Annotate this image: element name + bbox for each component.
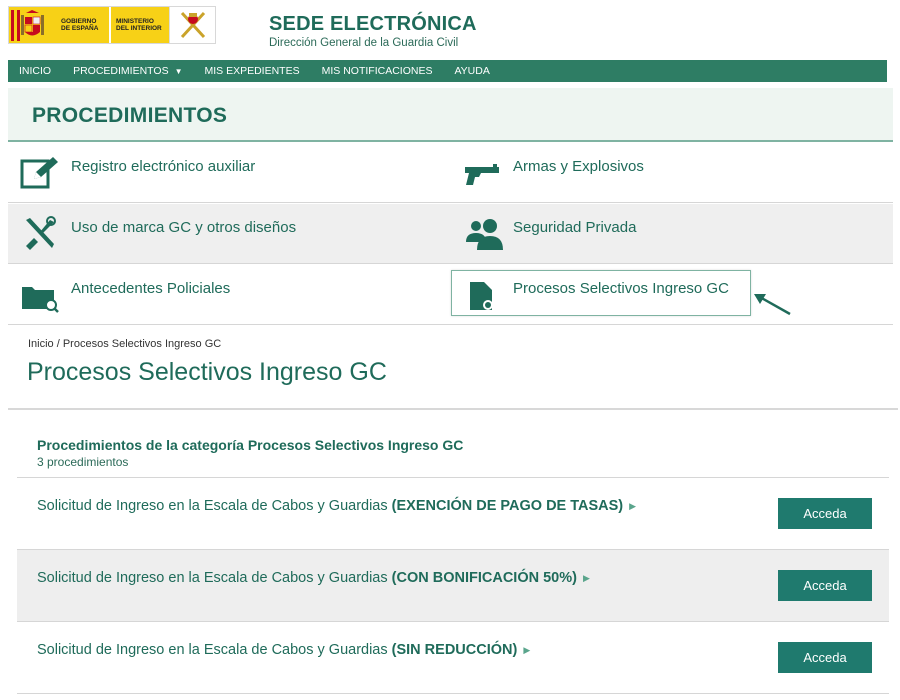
guardia-civil-emblem-icon <box>180 11 205 39</box>
nav-item-mis-expedientes[interactable]: MIS EXPEDIENTES <box>194 60 311 82</box>
nav-label: MIS EXPEDIENTES <box>204 65 300 77</box>
procedures-title: PROCEDIMIENTOS <box>32 104 228 127</box>
tools-icon <box>26 216 56 250</box>
gun-icon <box>465 164 499 185</box>
acceda-button[interactable]: Acceda <box>778 498 872 529</box>
category-row: Registro electrónico auxiliar Armas y Ex… <box>8 143 893 203</box>
nav-label: AYUDA <box>454 65 490 77</box>
category-label: Procesos Selectivos Ingreso GC <box>513 280 729 297</box>
government-logo[interactable]: GOBIERNO DE ESPAÑA MINISTERIO DEL INTERI… <box>8 6 216 44</box>
ministerio-text: MINISTERIO DEL INTERIOR <box>116 17 162 33</box>
breadcrumb[interactable]: Inicio / Procesos Selectivos Ingreso GC <box>28 338 221 350</box>
page-title: Procesos Selectivos Ingreso GC <box>27 358 387 386</box>
category-procesos-selectivos[interactable]: Procesos Selectivos Ingreso GC <box>451 270 751 316</box>
guardia-civil-emblem <box>169 7 215 43</box>
procedure-link[interactable]: Solicitud de Ingreso en la Escala de Cab… <box>37 498 636 514</box>
procedure-variant: (CON BONIFICACIÓN 50%) <box>391 570 577 586</box>
folder-search-icon <box>22 287 59 313</box>
gobierno-logo: GOBIERNO DE ESPAÑA <box>9 7 109 43</box>
nav-item-ayuda[interactable]: AYUDA <box>443 60 500 82</box>
nav-label: INICIO <box>19 65 52 77</box>
site-subtitle: Dirección General de la Guardia Civil <box>269 37 459 49</box>
category-label: Seguridad Privada <box>513 219 637 236</box>
procedures-list-heading: Procedimientos de la categoría Procesos … <box>37 437 464 453</box>
procedure-name: Solicitud de Ingreso en la Escala de Cab… <box>37 498 392 514</box>
category-row: Uso de marca GC y otros diseños Segurida… <box>8 204 893 264</box>
acceda-button[interactable]: Acceda <box>778 570 872 601</box>
triangle-right-icon: ▶ <box>523 645 531 655</box>
gobierno-text: GOBIERNO DE ESPAÑA <box>61 17 99 33</box>
procedure-row: Solicitud de Ingreso en la Escala de Cab… <box>17 622 889 694</box>
main-nav: INICIO PROCEDIMIENTOS ▼ MIS EXPEDIENTES M… <box>8 60 887 82</box>
procedure-name: Solicitud de Ingreso en la Escala de Cab… <box>37 570 392 586</box>
nav-item-procedimientos[interactable]: PROCEDIMIENTOS ▼ <box>62 60 193 82</box>
site-header: GOBIERNO DE ESPAÑA MINISTERIO DEL INTERI… <box>0 0 900 58</box>
procedure-variant: (SIN REDUCCIÓN) <box>391 642 518 658</box>
nav-item-mis-notificaciones[interactable]: MIS NOTIFICACIONES <box>311 60 444 82</box>
ministerio-logo: MINISTERIO DEL INTERIOR <box>109 7 169 43</box>
edit-icon <box>20 157 58 189</box>
category-label: Registro electrónico auxiliar <box>71 158 256 175</box>
procedure-name: Solicitud de Ingreso en la Escala de Cab… <box>37 642 392 658</box>
category-label: Armas y Explosivos <box>513 158 644 175</box>
divider <box>8 408 898 410</box>
triangle-right-icon: ▶ <box>582 573 590 583</box>
procedure-row: Solicitud de Ingreso en la Escala de Cab… <box>17 550 889 622</box>
acceda-button[interactable]: Acceda <box>778 642 872 673</box>
procedure-row: Solicitud de Ingreso en la Escala de Cab… <box>17 478 889 550</box>
category-label: Antecedentes Policiales <box>71 280 231 297</box>
procedure-link[interactable]: Solicitud de Ingreso en la Escala de Cab… <box>37 642 530 658</box>
category-label: Uso de marca GC y otros diseños <box>71 219 297 236</box>
certificate-icon <box>470 282 493 310</box>
nav-label: PROCEDIMIENTOS <box>73 65 169 77</box>
nav-item-inicio[interactable]: INICIO <box>8 60 62 82</box>
coat-of-arms-icon <box>11 10 49 41</box>
users-icon <box>466 219 503 250</box>
caret-down-icon: ▼ <box>174 66 183 76</box>
procedure-variant: (EXENCIÓN DE PAGO DE TASAS) <box>391 498 624 514</box>
procedures-count: 3 procedimientos <box>37 455 129 469</box>
triangle-right-icon: ▶ <box>629 501 637 511</box>
nav-label: MIS NOTIFICACIONES <box>321 65 433 77</box>
site-title: SEDE ELECTRÓNICA <box>269 13 477 35</box>
pointer-arrow-icon <box>754 294 791 316</box>
procedure-link[interactable]: Solicitud de Ingreso en la Escala de Cab… <box>37 570 590 586</box>
procedures-header: PROCEDIMIENTOS <box>8 88 893 142</box>
